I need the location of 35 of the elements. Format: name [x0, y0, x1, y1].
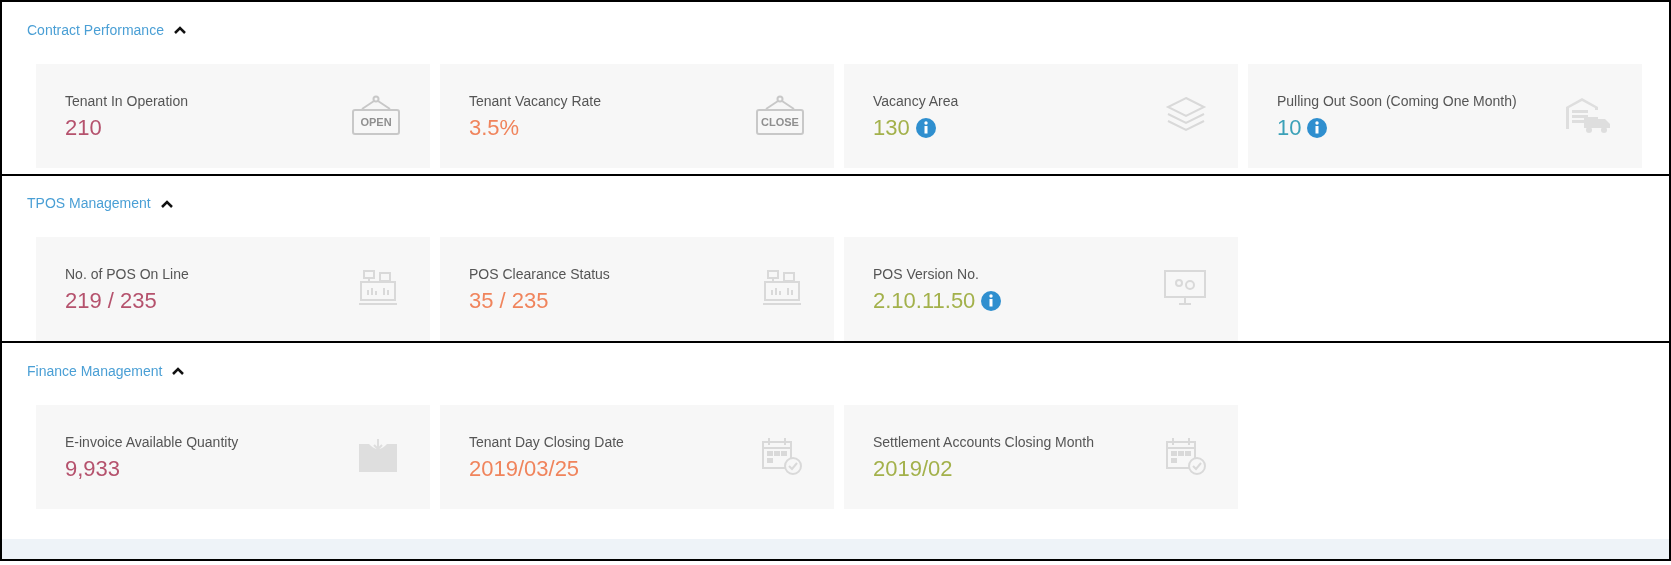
- metric-value: 35 / 235: [469, 287, 549, 315]
- metric-value: 2.10.11.50: [873, 287, 976, 315]
- metric-label: POS Version No.: [873, 265, 980, 284]
- metric-value: 10: [1277, 114, 1302, 142]
- metric-label: Pulling Out Soon (Coming One Month): [1277, 92, 1517, 111]
- metric-label: Tenant Day Closing Date: [469, 433, 624, 452]
- calendar-check-icon: [1164, 436, 1208, 476]
- metric-value: 9,933: [65, 455, 121, 483]
- warehouse-truck-icon: [1564, 95, 1612, 135]
- metric-value: 2019/02: [873, 455, 953, 483]
- chevron-up-icon[interactable]: [173, 26, 186, 34]
- metric-value: 130: [873, 114, 910, 142]
- info-icon[interactable]: [915, 118, 936, 138]
- info-icon[interactable]: [1307, 118, 1328, 138]
- metric-value: 2019/03/25: [469, 455, 580, 483]
- metric-value: 219 / 235: [65, 287, 157, 315]
- section-title: TPOS Management: [27, 194, 151, 213]
- section-title: Finance Management: [27, 361, 163, 381]
- monitor-gears-icon: [1162, 268, 1208, 308]
- metric-label: Settlement Accounts Closing Month: [873, 433, 1094, 452]
- info-icon[interactable]: [981, 291, 1002, 311]
- metric-label: Vacancy Area: [873, 92, 959, 111]
- metric-value: 210: [65, 114, 102, 142]
- chevron-up-icon[interactable]: [172, 367, 185, 375]
- metric-label: E-invoice Available Quantity: [65, 433, 239, 452]
- metric-label: Tenant Vacancy Rate: [469, 92, 602, 111]
- cash-register-icon: [356, 268, 400, 308]
- section-title: Contract Performance: [27, 20, 164, 40]
- cash-register-icon: [760, 268, 804, 308]
- metric-value: 3.5%: [469, 114, 520, 142]
- metric-label: POS Clearance Status: [469, 265, 610, 284]
- metric-label: No. of POS On Line: [65, 265, 189, 284]
- metric-label: Tenant In Operation: [65, 92, 188, 111]
- calendar-check-icon: [760, 436, 804, 476]
- chevron-up-icon[interactable]: [160, 199, 173, 208]
